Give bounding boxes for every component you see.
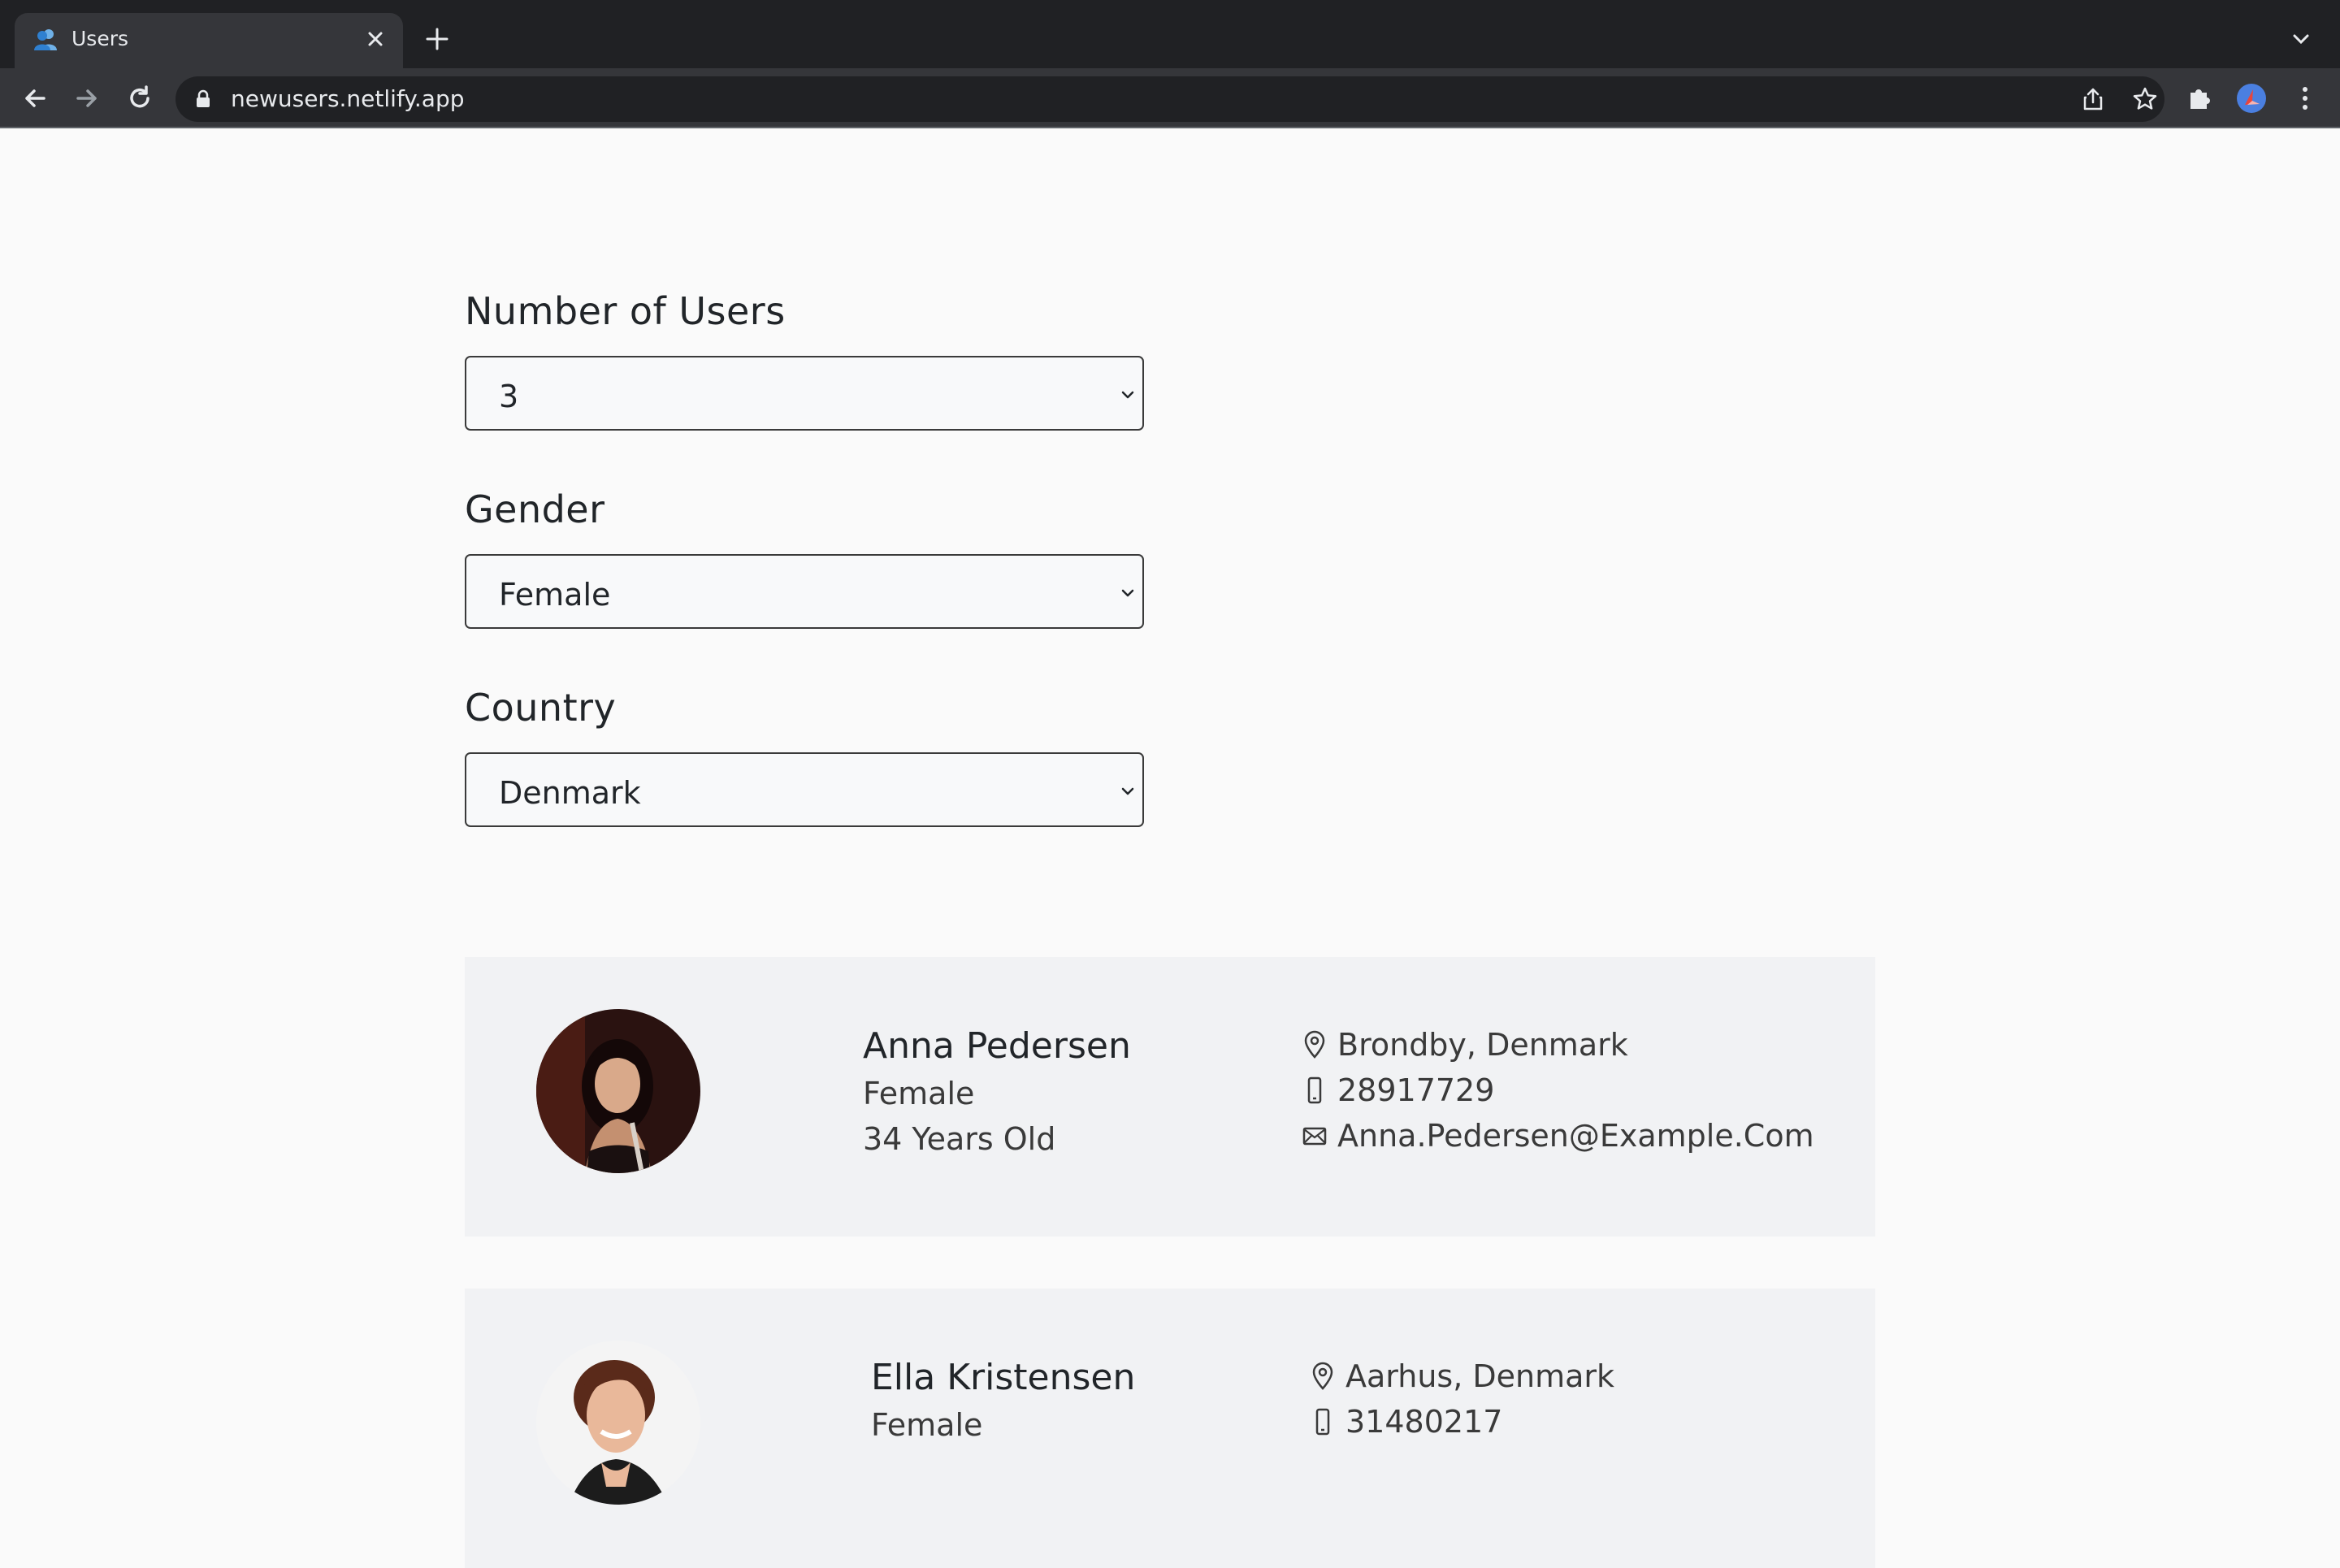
user-phone: 31480217 [1310,1404,1502,1440]
gender-label: Gender [465,487,605,531]
toolbar-divider [0,127,2340,128]
user-phone-text: 31480217 [1346,1404,1503,1440]
user-age: 34 Years Old [863,1121,1056,1157]
reload-icon[interactable] [124,83,155,114]
arrow-left-icon[interactable] [20,83,50,114]
user-name: Anna Pedersen [863,1025,1131,1067]
close-tab-icon[interactable] [364,28,387,50]
map-pin-icon [1312,1362,1333,1390]
user-photo-icon [536,1009,700,1173]
user-location: Aarhus, Denmark [1310,1358,1614,1394]
tab-search-chevron-down-icon[interactable] [2290,28,2312,50]
country-select[interactable]: Denmark [465,752,1144,827]
kebab-menu-icon[interactable] [2290,83,2320,114]
phone-icon [1315,1408,1330,1436]
map-pin-icon [1304,1030,1325,1059]
star-icon[interactable] [2132,86,2158,112]
avatar [536,1341,700,1505]
user-email: Anna.Pedersen@Example.Com [1302,1118,1814,1154]
users-favicon-icon [34,29,57,50]
url-text: newusers.netlify.app [231,85,465,112]
number-of-users-value: 3 [499,379,519,414]
user-gender: Female [871,1407,983,1443]
user-location-text: Aarhus, Denmark [1346,1358,1615,1394]
new-tab-plus-icon[interactable] [422,24,452,54]
lock-icon[interactable] [195,89,211,109]
country-label: Country [465,686,617,730]
phone-icon [1307,1076,1322,1104]
number-of-users-label: Number of Users [465,289,786,333]
tab-users[interactable]: Users [15,13,403,68]
user-gender: Female [863,1076,975,1111]
browser-toolbar: newusers.netlify.app [0,68,2340,128]
user-location-text: Brondby, Denmark [1337,1027,1628,1063]
chevron-down-icon [1121,391,1134,399]
avatar-icon[interactable] [2236,83,2267,114]
user-phone-text: 28917729 [1337,1072,1495,1108]
user-email-text: Anna.Pedersen@Example.Com [1337,1118,1814,1154]
envelope-icon [1302,1127,1327,1146]
tab-title: Users [72,27,129,50]
puzzle-icon[interactable] [2184,83,2215,114]
user-location: Brondby, Denmark [1302,1027,1628,1063]
number-of-users-select[interactable]: 3 [465,356,1144,431]
share-icon[interactable] [2080,86,2106,112]
country-value: Denmark [499,775,641,811]
chevron-down-icon [1121,589,1134,597]
arrow-right-icon[interactable] [72,83,102,114]
avatar [536,1009,700,1173]
user-card: Ella Kristensen Female Aarhus, Denmark 3… [465,1289,1875,1568]
user-phone: 28917729 [1302,1072,1494,1108]
gender-select[interactable]: Female [465,554,1144,629]
chevron-down-icon [1121,787,1134,795]
user-name: Ella Kristensen [871,1357,1136,1398]
user-card: Anna Pedersen Female 34 Years Old Brondb… [465,957,1875,1237]
user-photo-icon [536,1341,700,1505]
browser-tabstrip: Users [0,0,2340,68]
address-bar[interactable]: newusers.netlify.app [176,76,2164,122]
gender-value: Female [499,577,611,613]
